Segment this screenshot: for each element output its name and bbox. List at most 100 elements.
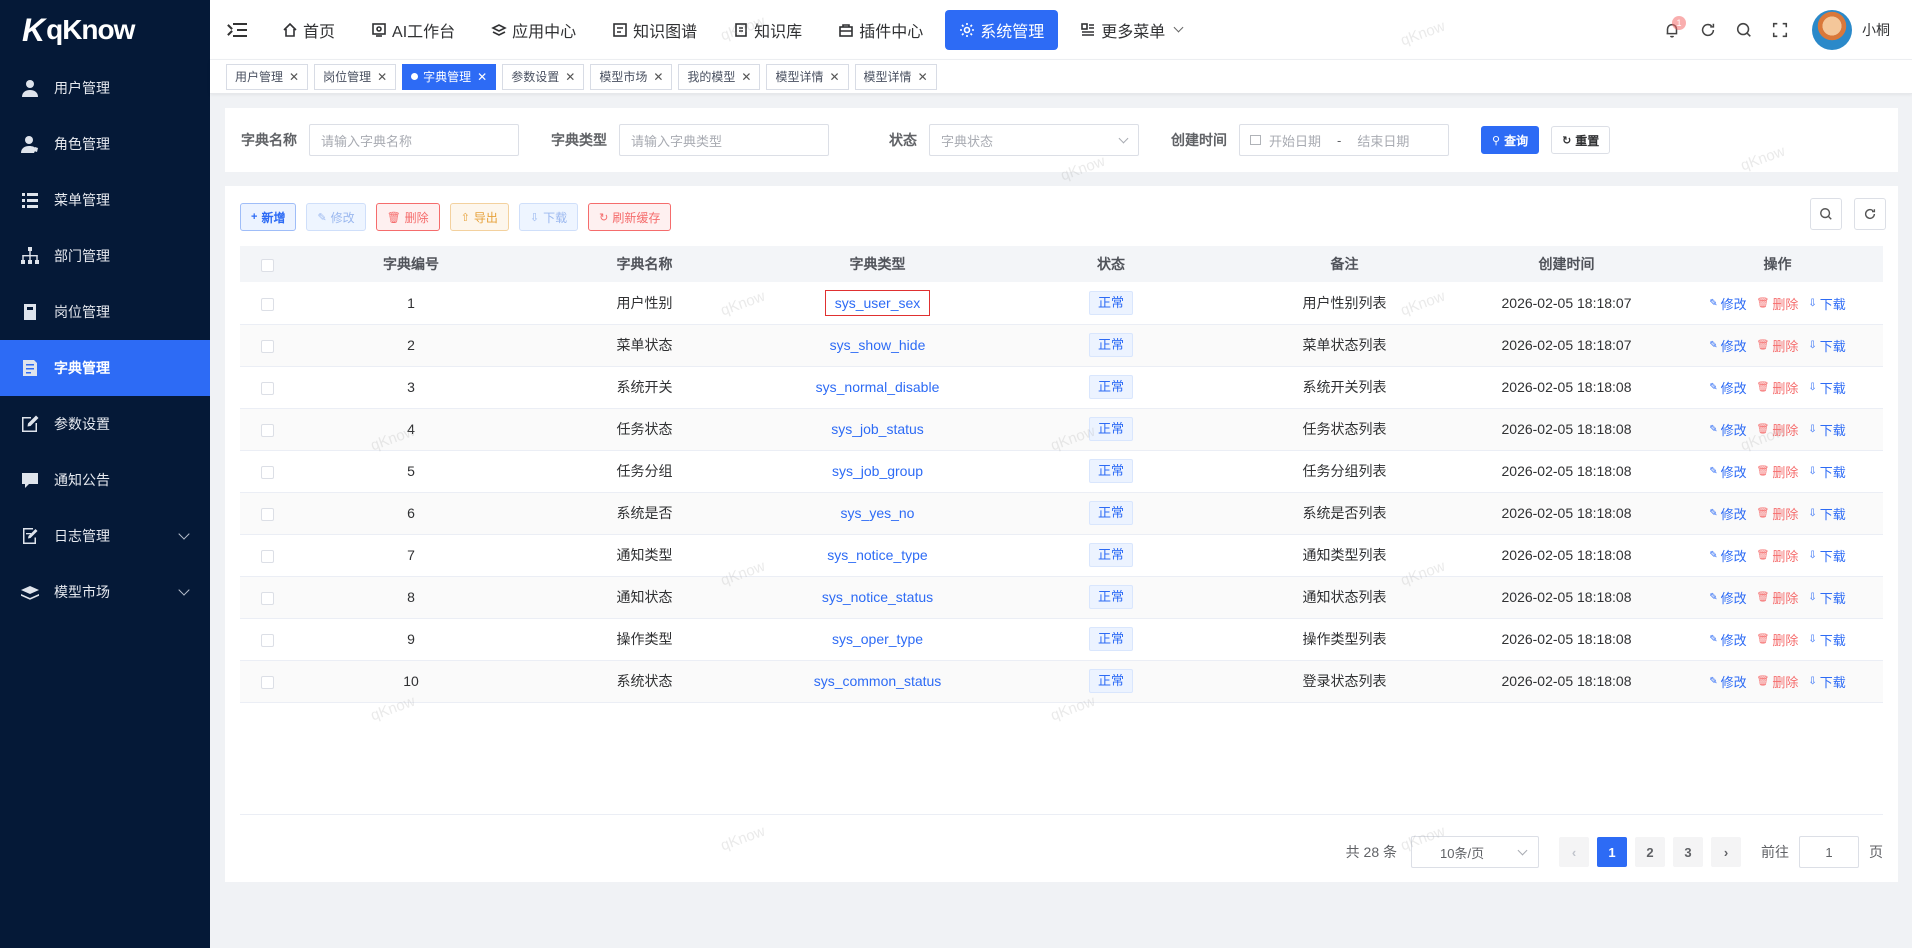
tag-1[interactable]: 岗位管理 ✕ bbox=[314, 63, 397, 90]
goto-page-input[interactable]: 1 bbox=[1799, 836, 1859, 868]
top-nav-item-4[interactable]: 知识库 bbox=[719, 10, 816, 50]
top-nav-item-0[interactable]: 首页 bbox=[268, 10, 349, 50]
dict-type-link[interactable]: sys_yes_no bbox=[841, 505, 915, 521]
top-nav-item-3[interactable]: 知识图谱 bbox=[598, 10, 711, 50]
close-icon[interactable]: ✕ bbox=[741, 70, 751, 84]
dict-type-link[interactable]: sys_job_status bbox=[831, 421, 924, 437]
page-number-button[interactable]: 1 bbox=[1597, 837, 1627, 867]
select-all-checkbox[interactable] bbox=[260, 258, 274, 272]
tag-3[interactable]: 参数设置 ✕ bbox=[502, 63, 585, 90]
row-delete-button[interactable]: 🗑 删除 bbox=[1757, 420, 1799, 439]
search-icon[interactable] bbox=[1726, 12, 1762, 48]
sidebar-item-0[interactable]: 用户管理 bbox=[0, 60, 210, 116]
notification-bell-icon[interactable]: 1 bbox=[1654, 12, 1690, 48]
dict-type-link[interactable]: sys_common_status bbox=[814, 673, 942, 689]
close-icon[interactable]: ✕ bbox=[565, 70, 575, 84]
row-delete-button[interactable]: 🗑 删除 bbox=[1757, 504, 1799, 523]
row-checkbox[interactable] bbox=[260, 381, 274, 395]
app-logo[interactable]: K qKnow bbox=[0, 0, 210, 60]
status-select[interactable]: 字典状态 bbox=[929, 124, 1139, 156]
sidebar-item-6[interactable]: 参数设置 bbox=[0, 396, 210, 452]
row-edit-button[interactable]: ✎ 修改 bbox=[1709, 294, 1746, 313]
row-edit-button[interactable]: ✎ 修改 bbox=[1709, 504, 1746, 523]
row-delete-button[interactable]: 🗑 删除 bbox=[1757, 672, 1799, 691]
edit-button[interactable]: ✎ 修改 bbox=[306, 203, 366, 231]
row-delete-button[interactable]: 🗑 删除 bbox=[1757, 294, 1799, 313]
collapse-sidebar-icon[interactable] bbox=[226, 19, 248, 41]
tag-6[interactable]: 模型详情 ✕ bbox=[766, 63, 849, 90]
row-checkbox[interactable] bbox=[260, 423, 274, 437]
row-checkbox[interactable] bbox=[260, 591, 274, 605]
export-button[interactable]: ⇧ 导出 bbox=[449, 203, 509, 231]
row-edit-button[interactable]: ✎ 修改 bbox=[1709, 588, 1746, 607]
fullscreen-icon[interactable] bbox=[1762, 12, 1798, 48]
page-size-select[interactable]: 10条/页 bbox=[1411, 836, 1539, 868]
row-edit-button[interactable]: ✎ 修改 bbox=[1709, 378, 1746, 397]
page-number-button[interactable]: 2 bbox=[1635, 837, 1665, 867]
row-download-button[interactable]: ⇩ 下载 bbox=[1808, 336, 1845, 355]
row-download-button[interactable]: ⇩ 下载 bbox=[1808, 630, 1845, 649]
toggle-search-button[interactable] bbox=[1810, 198, 1842, 230]
row-delete-button[interactable]: 🗑 删除 bbox=[1757, 546, 1799, 565]
sidebar-item-9[interactable]: 模型市场 bbox=[0, 564, 210, 620]
row-download-button[interactable]: ⇩ 下载 bbox=[1808, 546, 1845, 565]
row-checkbox[interactable] bbox=[260, 549, 274, 563]
date-range-picker[interactable]: 开始日期 - 结束日期 bbox=[1239, 124, 1449, 156]
refresh-table-button[interactable] bbox=[1854, 198, 1886, 230]
tag-4[interactable]: 模型市场 ✕ bbox=[590, 63, 673, 90]
row-download-button[interactable]: ⇩ 下载 bbox=[1808, 588, 1845, 607]
tag-5[interactable]: 我的模型 ✕ bbox=[678, 63, 761, 90]
row-download-button[interactable]: ⇩ 下载 bbox=[1808, 420, 1845, 439]
sidebar-item-5[interactable]: 字典管理 bbox=[0, 340, 210, 396]
avatar[interactable] bbox=[1812, 10, 1852, 50]
query-button[interactable]: ⚲ 查询 bbox=[1481, 126, 1540, 154]
row-checkbox[interactable] bbox=[260, 675, 274, 689]
row-edit-button[interactable]: ✎ 修改 bbox=[1709, 336, 1746, 355]
tag-0[interactable]: 用户管理 ✕ bbox=[226, 63, 309, 90]
row-edit-button[interactable]: ✎ 修改 bbox=[1709, 546, 1746, 565]
top-nav-item-2[interactable]: 应用中心 bbox=[477, 10, 590, 50]
row-delete-button[interactable]: 🗑 删除 bbox=[1757, 336, 1799, 355]
close-icon[interactable]: ✕ bbox=[377, 70, 387, 84]
close-icon[interactable]: ✕ bbox=[829, 70, 839, 84]
row-edit-button[interactable]: ✎ 修改 bbox=[1709, 420, 1746, 439]
row-download-button[interactable]: ⇩ 下载 bbox=[1808, 294, 1845, 313]
dict-type-link[interactable]: sys_job_group bbox=[832, 463, 923, 479]
row-checkbox[interactable] bbox=[260, 339, 274, 353]
row-download-button[interactable]: ⇩ 下载 bbox=[1808, 378, 1845, 397]
download-button[interactable]: ⇩ 下载 bbox=[518, 203, 579, 231]
close-icon[interactable]: ✕ bbox=[653, 70, 663, 84]
dict-type-input[interactable]: 请输入字典类型 bbox=[619, 124, 829, 156]
refresh-cache-button[interactable]: ↻ 刷新缓存 bbox=[588, 203, 672, 231]
row-checkbox[interactable] bbox=[260, 297, 274, 311]
dict-type-link[interactable]: sys_notice_type bbox=[827, 547, 927, 563]
tag-2[interactable]: 字典管理 ✕ bbox=[402, 63, 497, 90]
add-button[interactable]: + 新增 bbox=[240, 203, 297, 231]
dict-name-input[interactable]: 请输入字典名称 bbox=[309, 124, 519, 156]
row-edit-button[interactable]: ✎ 修改 bbox=[1709, 462, 1746, 481]
row-download-button[interactable]: ⇩ 下载 bbox=[1808, 504, 1845, 523]
close-icon[interactable]: ✕ bbox=[289, 70, 299, 84]
sidebar-item-4[interactable]: 岗位管理 bbox=[0, 284, 210, 340]
close-icon[interactable]: ✕ bbox=[918, 70, 928, 84]
row-checkbox[interactable] bbox=[260, 507, 274, 521]
sidebar-item-2[interactable]: 菜单管理 bbox=[0, 172, 210, 228]
sidebar-item-3[interactable]: 部门管理 bbox=[0, 228, 210, 284]
tag-7[interactable]: 模型详情 ✕ bbox=[854, 63, 937, 90]
page-number-button[interactable]: 3 bbox=[1673, 837, 1703, 867]
next-page-button[interactable]: › bbox=[1711, 837, 1741, 867]
row-delete-button[interactable]: 🗑 删除 bbox=[1757, 630, 1799, 649]
top-nav-item-1[interactable]: AI工作台 bbox=[357, 10, 469, 50]
row-checkbox[interactable] bbox=[260, 465, 274, 479]
username[interactable]: 小桐 bbox=[1862, 20, 1890, 40]
sidebar-item-8[interactable]: 日志管理 bbox=[0, 508, 210, 564]
row-edit-button[interactable]: ✎ 修改 bbox=[1709, 672, 1746, 691]
row-delete-button[interactable]: 🗑 删除 bbox=[1757, 462, 1799, 481]
top-nav-item-5[interactable]: 插件中心 bbox=[824, 10, 937, 50]
dict-type-link[interactable]: sys_notice_status bbox=[822, 589, 933, 605]
dict-type-link[interactable]: sys_user_sex bbox=[824, 289, 931, 316]
dict-type-link[interactable]: sys_normal_disable bbox=[816, 379, 940, 395]
delete-button[interactable]: 🗑 删除 bbox=[375, 203, 440, 231]
close-icon[interactable]: ✕ bbox=[477, 70, 487, 84]
prev-page-button[interactable]: ‹ bbox=[1559, 837, 1589, 867]
